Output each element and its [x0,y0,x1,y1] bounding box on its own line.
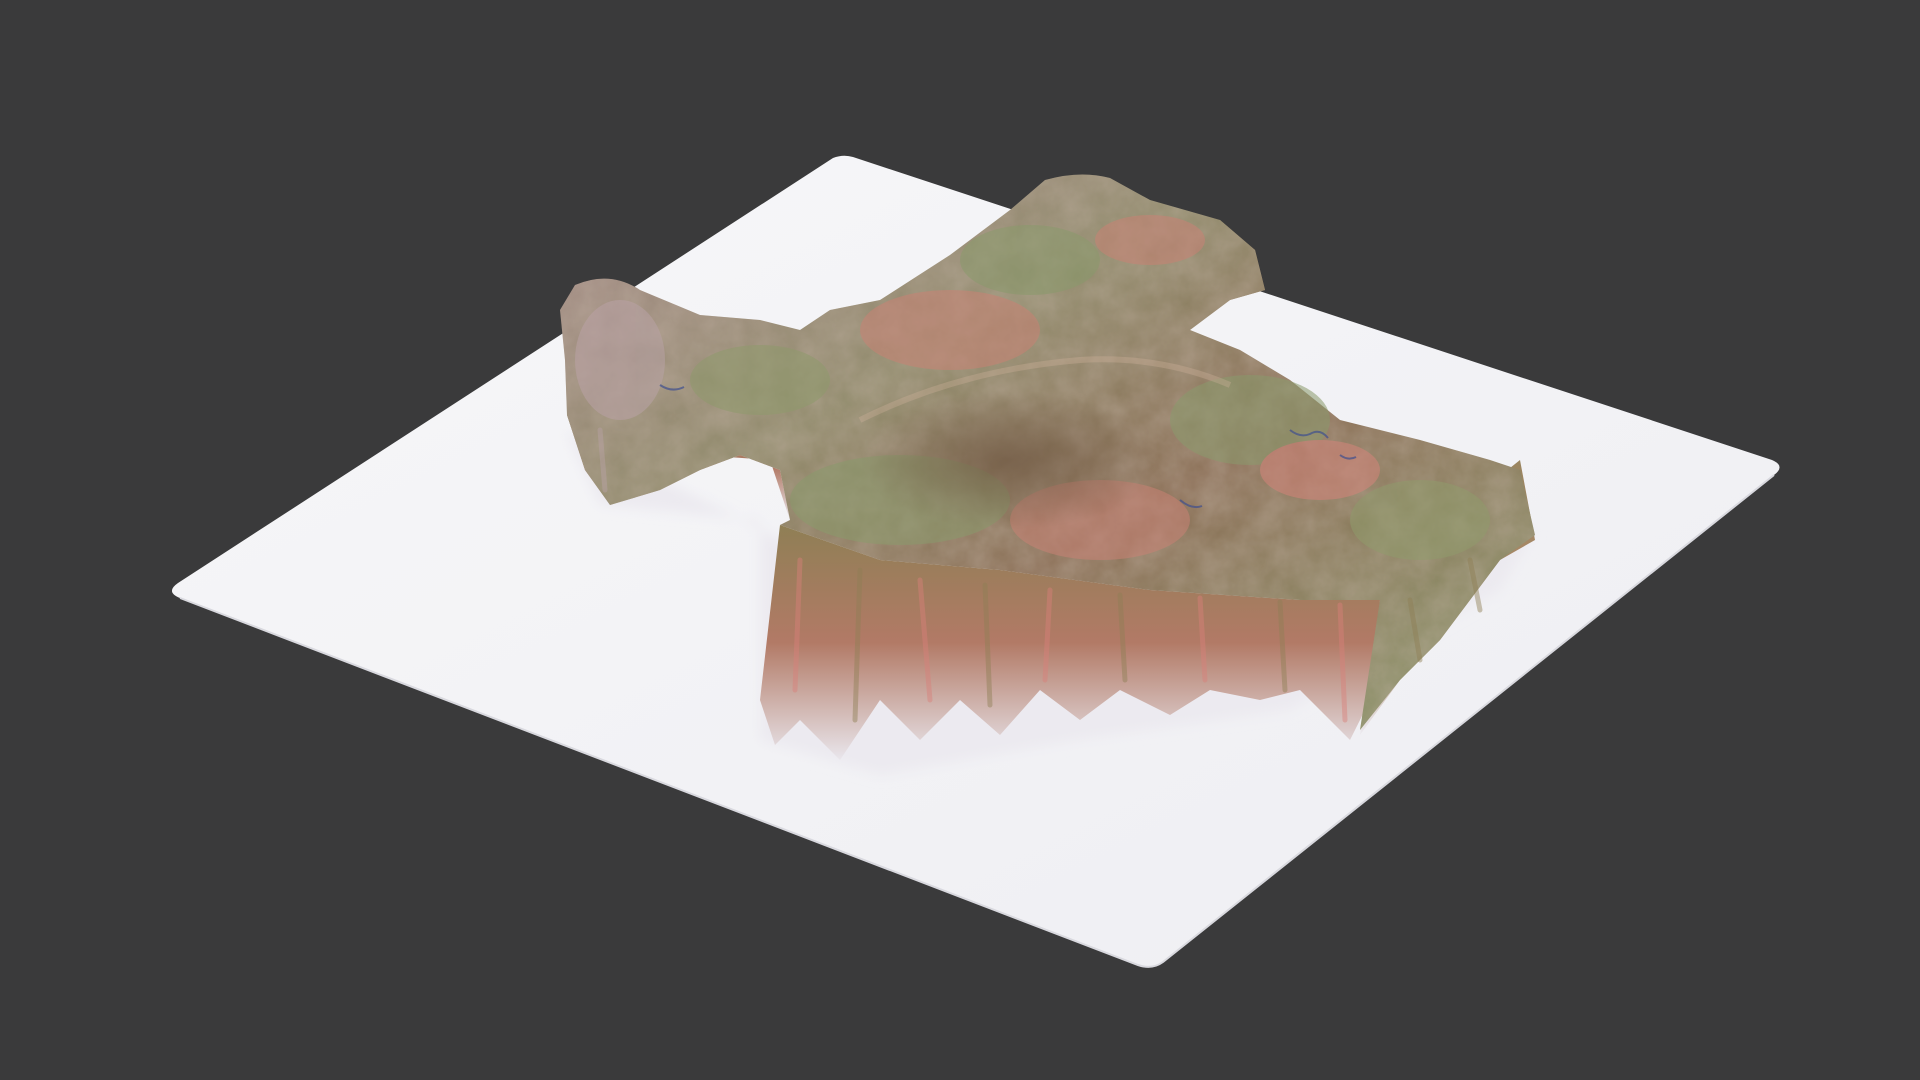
render-viewport [0,0,1920,1080]
terrain-basin [860,390,1160,530]
terrain-scene [171,155,1780,968]
